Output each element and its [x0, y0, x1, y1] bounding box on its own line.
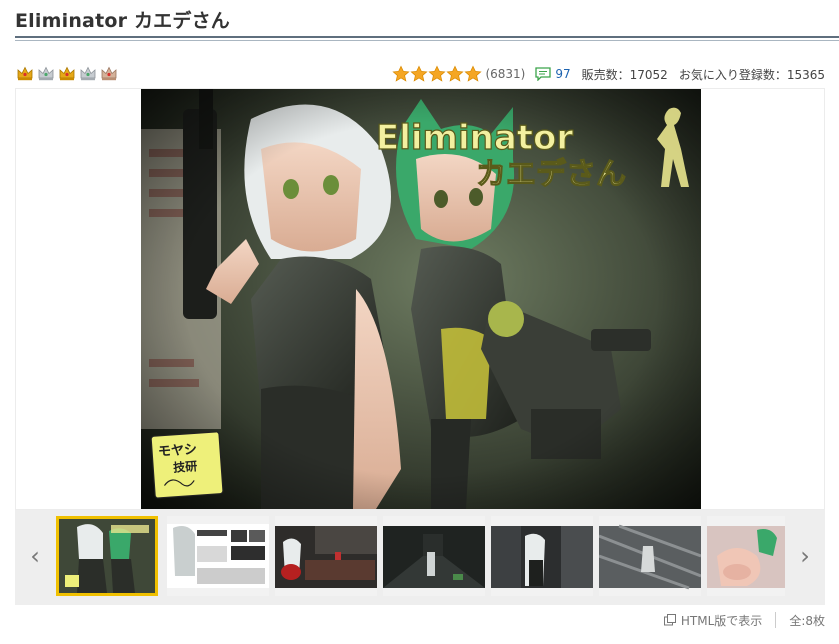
image-viewer: Eliminator カエデさん モヤシ 技研 [15, 88, 825, 510]
product-stats: (6831) 97 販売数：17052 お気に入り登録数：15365 [392, 65, 825, 83]
page-title: Eliminator カエデさん [15, 10, 230, 32]
thumbnail-7[interactable] [707, 516, 809, 596]
star-icon [446, 65, 465, 82]
studio-stamp: モヤシ 技研 [150, 431, 224, 499]
thumbnail-4[interactable] [383, 516, 485, 596]
thumbnail-strip: ‹ › [15, 510, 825, 605]
cover-artwork: Eliminator カエデさん モヤシ 技研 [141, 89, 701, 509]
main-product-image[interactable]: Eliminator カエデさん モヤシ 技研 [141, 89, 701, 509]
gold-crown-icon [59, 66, 75, 81]
viewer-footer: HTML版で表示 全:8枚 [663, 612, 825, 629]
footer-divider [775, 612, 777, 628]
silver-crown-icon [80, 66, 96, 81]
image-total-count: 全:8枚 [789, 613, 825, 628]
favorites-count: お気に入り登録数：15365 [678, 67, 825, 82]
thumbnail-1[interactable] [56, 516, 158, 596]
chevron-right-icon: › [800, 542, 810, 570]
silver-crown-icon [38, 66, 54, 81]
prev-thumbnail-button[interactable]: ‹ [25, 542, 45, 570]
rating-stars[interactable] [392, 65, 483, 83]
gold-crown-icon [17, 66, 33, 81]
rank-badges [16, 64, 118, 84]
next-thumbnail-button[interactable]: › [795, 542, 815, 570]
thumbnail-3[interactable] [275, 516, 377, 596]
star-icon [464, 65, 483, 82]
html-view-link[interactable]: HTML版で表示 [681, 612, 762, 629]
thumbnail-5[interactable] [491, 516, 593, 596]
rating-count: (6831) [485, 67, 526, 81]
bronze-crown-icon [101, 66, 117, 81]
review-count-link[interactable]: 97 [555, 67, 570, 81]
title-divider-thin [15, 40, 839, 41]
chevron-left-icon: ‹ [30, 542, 40, 570]
svg-text:技研: 技研 [173, 458, 198, 475]
title-divider [15, 36, 839, 38]
logo-text-kaede: カエデさん [476, 157, 626, 192]
thumbnail-2[interactable] [167, 516, 269, 596]
star-icon [392, 65, 411, 82]
star-icon [428, 65, 447, 82]
logo-text-eliminator: Eliminator [376, 118, 573, 158]
thumbnail-6[interactable] [599, 516, 701, 596]
svg-text:モヤシ: モヤシ [158, 442, 198, 460]
review-bubble-icon [535, 67, 551, 81]
star-icon [410, 65, 429, 82]
sales-count: 販売数：17052 [581, 67, 668, 82]
external-window-icon [663, 614, 676, 626]
